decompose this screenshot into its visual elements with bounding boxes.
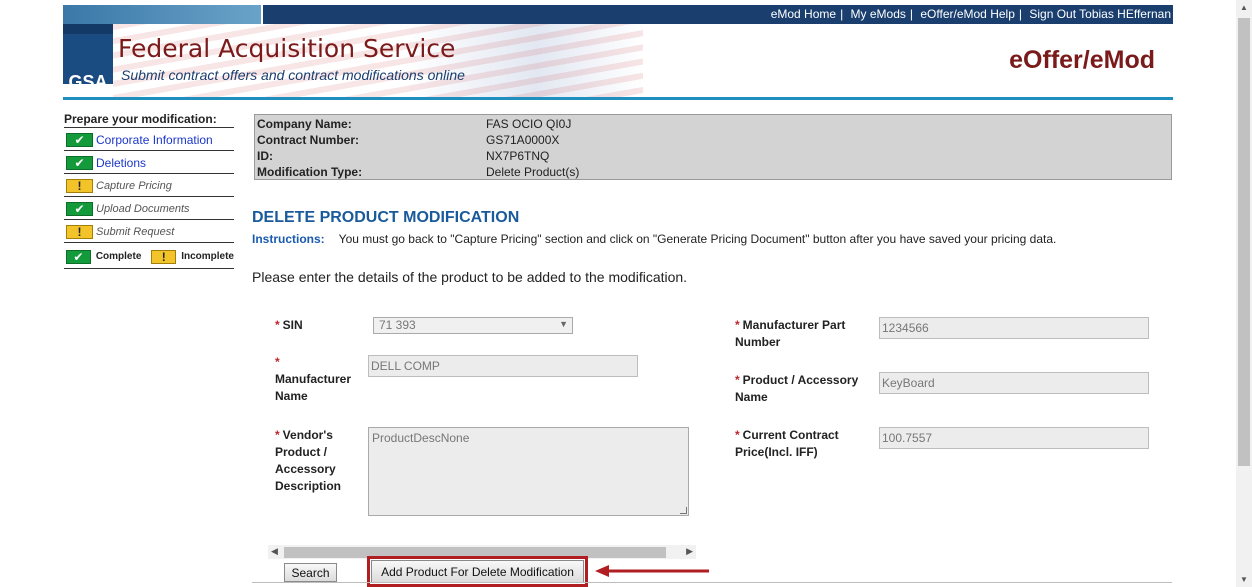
product-name-label-text: Product / Accessory Name — [735, 373, 859, 404]
required-mark: * — [275, 318, 280, 332]
part-number-label: * Manufacturer Part Number — [735, 317, 865, 351]
sidebar-item-label: Capture Pricing — [96, 180, 172, 192]
help-link[interactable]: eOffer/eMod Help — [920, 7, 1015, 21]
required-mark: * — [275, 428, 280, 442]
id-value: NX7P6TNQ — [486, 149, 550, 163]
sidebar-item-corporate-information[interactable]: ✔ Corporate Information — [64, 130, 234, 151]
scroll-up-icon[interactable]: ▲ — [1240, 3, 1248, 12]
contract-info-panel: Company Name: FAS OCIO QI0J Contract Num… — [254, 114, 1172, 180]
part-number-input[interactable]: 1234566 — [879, 317, 1149, 339]
agency-subtitle: Submit contract offers and contract modi… — [121, 67, 465, 83]
legend-complete-label: Complete — [95, 251, 142, 262]
sidebar-title: Prepare your modification: — [64, 111, 234, 128]
instructions-label: Instructions: — [252, 232, 325, 246]
required-mark: * — [735, 428, 740, 442]
sidebar-item-submit-request: ! Submit Request — [64, 222, 234, 243]
info-row-modification-type: Modification Type: Delete Product(s) — [257, 165, 1171, 181]
emod-home-link[interactable]: eMod Home — [771, 7, 836, 21]
scroll-right-icon[interactable]: ▶ — [686, 546, 693, 557]
instructions: Instructions: You must go back to "Captur… — [252, 232, 1056, 246]
top-nav-links: eMod Home | My eMods | eOffer/eMod Help | S… — [770, 7, 1171, 21]
manufacturer-name-label: * Manufacturer Name — [275, 354, 360, 405]
sign-out-link[interactable]: Sign Out Tobias HEffernan — [1029, 7, 1171, 21]
part-number-label-text: Manufacturer Part Number — [735, 318, 846, 349]
legend-incomplete-label: Incomplete — [181, 251, 234, 262]
sidebar-item-label: Submit Request — [96, 226, 175, 238]
price-label: * Current Contract Price(Incl. IFF) — [735, 427, 865, 461]
info-row-contract: Contract Number: GS71A0000X — [257, 133, 1171, 149]
info-row-company: Company Name: FAS OCIO QI0J — [257, 117, 1171, 133]
page-title: DELETE PRODUCT MODIFICATION — [252, 209, 520, 226]
sidebar-item-label[interactable]: Corporate Information — [96, 133, 213, 147]
check-icon: ✔ — [66, 133, 93, 147]
required-mark: * — [275, 355, 280, 369]
exclamation-icon: ! — [66, 225, 93, 239]
company-name-label: Company Name: — [257, 117, 352, 131]
check-icon: ✔ — [66, 249, 91, 264]
description-value: ProductDescNone — [372, 431, 470, 445]
company-name-value: FAS OCIO QI0J — [486, 117, 572, 131]
contract-number-label: Contract Number: — [257, 133, 360, 147]
gsa-logo: GSA — [63, 24, 113, 92]
emod-brand: eOffer/eMod — [1009, 46, 1155, 74]
sidebar-item-upload-documents: ✔ Upload Documents — [64, 199, 234, 220]
manufacturer-name-label-text: Manufacturer Name — [275, 372, 352, 403]
price-input[interactable]: 100.7557 — [879, 427, 1149, 449]
id-label: ID: — [257, 149, 273, 163]
top-navigation-bar: eMod Home | My eMods | eOffer/eMod Help | S… — [63, 5, 1173, 24]
pointer-arrow-icon — [595, 565, 709, 577]
scroll-left-icon[interactable]: ◀ — [271, 546, 278, 557]
sin-select[interactable]: 71 393 ▼ — [373, 317, 573, 334]
my-emods-link[interactable]: My eMods — [851, 7, 906, 21]
description-label-text: Vendor's Product / Accessory Description — [275, 428, 342, 493]
check-icon: ✔ — [66, 202, 93, 216]
page-scrollbar-thumb[interactable] — [1238, 18, 1250, 466]
agency-title: Federal Acquisition Service — [118, 34, 456, 63]
exclamation-icon: ! — [66, 179, 93, 193]
site-header: GSA Federal Acquisition Service Submit c… — [63, 24, 1173, 97]
results-table-edge — [252, 582, 1172, 587]
search-button[interactable]: Search — [284, 563, 337, 582]
check-icon: ✔ — [66, 156, 93, 170]
required-mark: * — [735, 373, 740, 387]
status-legend: ✔ Complete ! Incomplete — [64, 245, 234, 269]
sidebar-item-deletions[interactable]: ✔ Deletions — [64, 153, 234, 174]
sin-label-text: SIN — [282, 318, 303, 332]
scroll-down-icon[interactable]: ▼ — [1240, 575, 1248, 584]
chevron-down-icon: ▼ — [559, 319, 568, 329]
add-product-button[interactable]: Add Product For Delete Modification — [371, 560, 584, 583]
header-divider — [63, 97, 1173, 100]
sidebar-item-label: Upload Documents — [96, 203, 190, 215]
sidebar-item-label[interactable]: Deletions — [96, 156, 146, 170]
form-intro-text: Please enter the details of the product … — [252, 269, 688, 285]
top-bar-accent — [63, 5, 263, 24]
manufacturer-name-input[interactable]: DELL COMP — [368, 355, 638, 377]
page-scrollbar[interactable]: ▲ ▼ — [1236, 0, 1252, 587]
contract-number-value: GS71A0000X — [486, 133, 560, 147]
product-name-label: * Product / Accessory Name — [735, 372, 875, 406]
exclamation-icon: ! — [151, 249, 177, 264]
sin-select-value: 71 393 — [379, 318, 416, 332]
description-textarea[interactable]: ProductDescNone — [368, 427, 689, 516]
info-row-id: ID: NX7P6TNQ — [257, 149, 1171, 165]
sidebar-item-capture-pricing: ! Capture Pricing — [64, 176, 234, 197]
modification-type-label: Modification Type: — [257, 165, 363, 179]
description-label: * Vendor's Product / Accessory Descriptio… — [275, 427, 360, 495]
sin-label: * SIN — [275, 317, 303, 334]
sidebar: Prepare your modification: ✔ Corporate I… — [64, 111, 234, 269]
price-label-text: Current Contract Price(Incl. IFF) — [735, 428, 839, 459]
instructions-text: You must go back to "Capture Pricing" se… — [338, 232, 1057, 246]
required-mark: * — [735, 318, 740, 332]
resize-grip-icon[interactable] — [680, 507, 687, 514]
product-name-input[interactable]: KeyBoard — [879, 372, 1149, 394]
modification-type-value: Delete Product(s) — [486, 165, 580, 179]
